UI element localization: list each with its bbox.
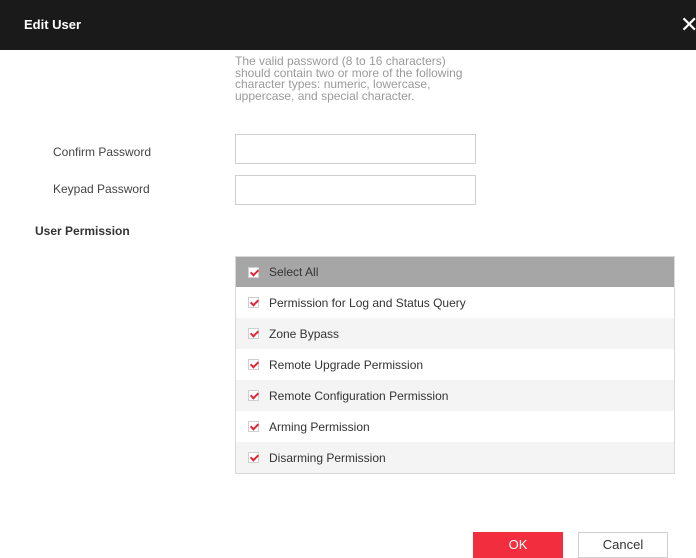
keypad-password-input[interactable]	[235, 175, 476, 205]
permission-label: Arming Permission	[269, 419, 370, 434]
permission-row-remote-config[interactable]: Remote Configuration Permission	[236, 380, 674, 411]
confirm-password-input[interactable]	[235, 134, 476, 164]
dialog-title-bar: Edit User ✕	[0, 0, 696, 50]
permission-checkbox[interactable]	[248, 359, 259, 370]
password-hint: The valid password (8 to 16 characters) …	[235, 54, 463, 103]
confirm-password-label: Confirm Password	[53, 145, 152, 159]
user-permission-title: User Permission	[35, 224, 130, 238]
permission-label: Remote Configuration Permission	[269, 388, 449, 403]
permission-select-all-row[interactable]: Select All	[236, 257, 674, 287]
keypad-password-label: Keypad Password	[53, 182, 150, 196]
permission-list: Select All Permission for Log and Status…	[235, 256, 675, 474]
close-icon[interactable]: ✕	[680, 13, 696, 37]
permission-checkbox[interactable]	[248, 390, 259, 401]
permission-row-zone-bypass[interactable]: Zone Bypass	[236, 318, 674, 349]
permission-row-arming[interactable]: Arming Permission	[236, 411, 674, 442]
permission-label: Zone Bypass	[269, 326, 340, 341]
permission-label: Disarming Permission	[269, 450, 386, 465]
permission-row-remote-upgrade[interactable]: Remote Upgrade Permission	[236, 349, 674, 380]
permission-label: Permission for Log and Status Query	[269, 295, 466, 310]
permission-row-log-status[interactable]: Permission for Log and Status Query	[236, 287, 674, 318]
cancel-button[interactable]: Cancel	[578, 532, 668, 558]
ok-button[interactable]: OK	[473, 532, 563, 558]
select-all-checkbox[interactable]	[248, 266, 259, 278]
dialog-title: Edit User	[24, 17, 82, 32]
permission-checkbox[interactable]	[248, 452, 259, 463]
permission-checkbox[interactable]	[248, 328, 259, 339]
permission-label: Remote Upgrade Permission	[269, 357, 424, 372]
permission-checkbox[interactable]	[248, 421, 259, 432]
select-all-label: Select All	[269, 265, 319, 279]
permission-row-disarming[interactable]: Disarming Permission	[236, 442, 674, 473]
permission-checkbox[interactable]	[248, 297, 259, 308]
